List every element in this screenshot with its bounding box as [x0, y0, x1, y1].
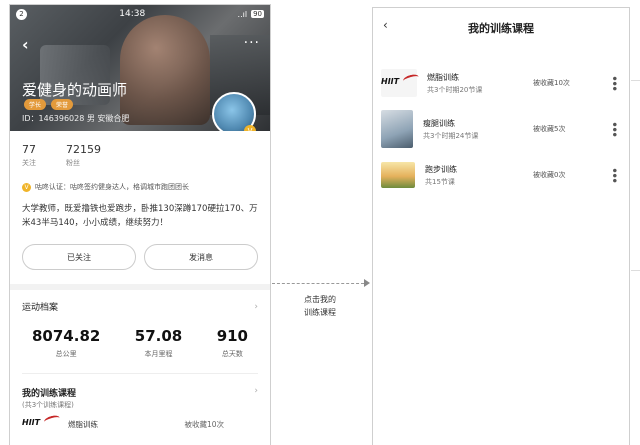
flow-arrow-label: 点击我的 训练课程 — [290, 293, 350, 319]
course-subtitle: 共15节课 — [425, 177, 455, 186]
sport-stat-total-days: 910 总天数 — [217, 327, 248, 359]
chevron-left-icon: ‹ — [383, 18, 388, 32]
course-title: 燃脂训练 — [427, 72, 459, 82]
courses-screen: ‹ 我的训练课程 HIIT 燃脂训练 共3个时期20节课 被收藏10次 ••• … — [372, 7, 630, 445]
profile-bio: 大学教师，既爱撸铁也爱跑步，卧推130深蹲170硬拉170、万米43半马140，… — [22, 204, 258, 228]
stat-label: 粉丝 — [66, 159, 80, 167]
chevron-right-icon: › — [254, 386, 258, 396]
my-courses-title-block: 我的训练课程 (共3个训练课程) — [22, 386, 76, 410]
course-title: 燃脂训练 — [68, 419, 98, 429]
verification-line: V 咕咚认证：咕咚签约健身达人，格调城市跑团团长 — [10, 174, 270, 198]
profile-tag: 荣誉 — [51, 99, 74, 110]
course-title: 跑步训练 — [425, 164, 457, 174]
stage: 2 14:38 ..ıl 90 ‹ ··· 爱健身的动画师 学长 荣誉 ID：1… — [0, 0, 640, 445]
more-vertical-icon[interactable]: ••• — [607, 121, 621, 136]
flow-label-line: 训练课程 — [304, 308, 336, 317]
signal-icon: ..ıl — [237, 9, 248, 19]
sport-stat-total-km: 8074.82 总公里 — [32, 327, 100, 359]
my-courses-header[interactable]: 我的训练课程 (共3个训练课程) › — [10, 374, 270, 410]
stat-fans[interactable]: 72159 粉丝 — [66, 143, 101, 168]
more-dots-icon: ··· — [243, 35, 260, 51]
course-text: 瘦腿训练 共3个时期24节课 — [423, 118, 478, 141]
course-fav: 被收藏10次 — [184, 419, 224, 429]
status-time: 14:38 — [119, 9, 146, 19]
stat-num: 72159 — [66, 143, 101, 156]
stat-label: 关注 — [22, 159, 36, 167]
swoosh-icon — [43, 414, 61, 426]
courses-header: ‹ 我的训练课程 — [373, 8, 629, 48]
status-right: ..ıl 90 — [238, 10, 264, 19]
course-thumbnail — [381, 162, 415, 188]
my-courses-count: (共3个训练课程) — [22, 401, 74, 409]
edge-divider — [631, 270, 640, 271]
page-title: 我的训练课程 — [468, 22, 534, 35]
arrow-right-icon — [364, 279, 370, 287]
sport-archive-header[interactable]: 运动档案 › — [10, 290, 270, 319]
edge-divider — [631, 80, 640, 81]
profile-tag: 学长 — [24, 99, 47, 110]
sport-stats: 8074.82 总公里 57.08 本月里程 910 总天数 — [10, 319, 270, 359]
follow-stats: 77 关注 72159 粉丝 — [10, 131, 270, 174]
hiit-logo-icon: HIIT — [22, 414, 61, 430]
notification-badge: 2 — [16, 8, 27, 20]
sport-stat-label: 总天数 — [221, 350, 243, 358]
profile-id: ID：146396028 男 安徽合肥 — [22, 114, 130, 123]
more-button[interactable]: ··· — [244, 35, 260, 51]
follow-button[interactable]: 已关注 — [22, 244, 136, 270]
verified-icon: V — [22, 182, 31, 192]
course-fav: 被收藏5次 — [533, 125, 566, 133]
my-courses-title: 我的训练课程 — [22, 389, 77, 399]
course-thumbnail — [381, 110, 413, 148]
verified-badge-icon: V — [244, 125, 256, 131]
hiit-logo-icon: HIIT — [381, 73, 420, 89]
course-item[interactable]: 跑步训练 共15节课 被收藏0次 ••• — [373, 152, 629, 198]
flow-label-line: 点击我的 — [304, 295, 336, 304]
hero-bg-figure — [120, 15, 210, 125]
message-button[interactable]: 发消息 — [144, 244, 258, 270]
course-fav: 被收藏10次 — [533, 79, 570, 87]
course-item[interactable]: HIIT 燃脂训练 共3个时期20节课 被收藏10次 ••• — [373, 60, 629, 106]
chevron-right-icon: › — [254, 301, 258, 312]
sport-stat-label: 总公里 — [55, 350, 77, 358]
hiit-logo-text: HIIT — [22, 418, 41, 427]
action-buttons: 已关注 发消息 — [10, 234, 270, 280]
sport-stat-value: 910 — [216, 327, 248, 345]
sport-archive-title: 运动档案 — [22, 303, 59, 313]
swoosh-icon — [402, 73, 420, 85]
sport-stat-label: 本月里程 — [144, 350, 173, 358]
course-subtitle: 共3个时期24节课 — [423, 131, 479, 140]
verification-text: 咕咚认证：咕咚签约健身达人，格调城市跑团团长 — [35, 183, 189, 191]
back-button[interactable]: ‹ — [22, 35, 29, 54]
profile-tags: 学长 荣誉 — [24, 99, 74, 110]
sport-stat-month-km: 57.08 本月里程 — [135, 327, 182, 359]
course-text: 燃脂训练 共3个时期20节课 — [427, 72, 482, 95]
course-text: 跑步训练 共15节课 — [425, 164, 457, 187]
back-button[interactable]: ‹ — [383, 18, 388, 32]
course-title: 瘦腿训练 — [423, 118, 455, 128]
sport-stat-value: 57.08 — [134, 327, 183, 345]
stat-following[interactable]: 77 关注 — [22, 143, 36, 168]
course-thumbnail: HIIT — [381, 69, 420, 97]
profile-screen: 2 14:38 ..ıl 90 ‹ ··· 爱健身的动画师 学长 荣誉 ID：1… — [9, 4, 271, 445]
more-vertical-icon[interactable]: ••• — [607, 75, 621, 90]
profile-hero: 2 14:38 ..ıl 90 ‹ ··· 爱健身的动画师 学长 荣誉 ID：1… — [10, 5, 270, 131]
sport-stat-value: 8074.82 — [32, 327, 101, 345]
chevron-left-icon: ‹ — [22, 35, 29, 54]
flow-arrow-line — [272, 283, 364, 284]
more-vertical-icon[interactable]: ••• — [607, 167, 621, 182]
course-peek-item[interactable]: HIIT 燃脂训练 被收藏10次 — [10, 410, 270, 430]
course-fav: 被收藏0次 — [533, 171, 566, 179]
hiit-logo-text: HIIT — [381, 77, 400, 86]
status-bar: 2 14:38 ..ıl 90 — [10, 5, 270, 23]
course-item[interactable]: 瘦腿训练 共3个时期24节课 被收藏5次 ••• — [373, 106, 629, 152]
course-subtitle: 共3个时期20节课 — [427, 85, 483, 94]
stat-num: 77 — [22, 143, 36, 156]
profile-name: 爱健身的动画师 — [22, 81, 128, 99]
battery-icon: 90 — [251, 10, 264, 18]
